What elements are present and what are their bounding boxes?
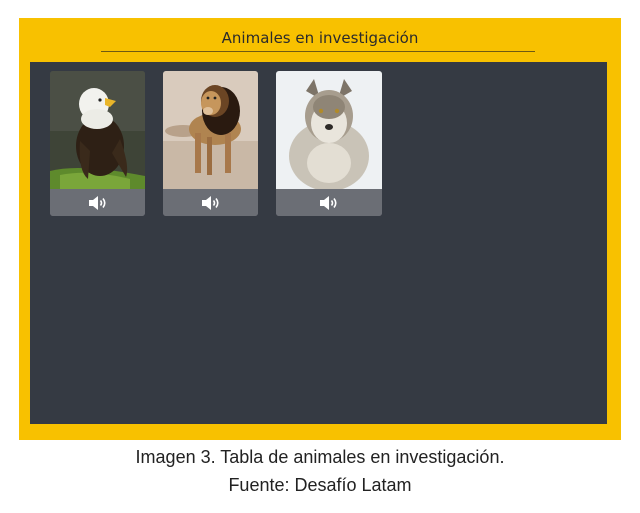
play-sound-eagle-button[interactable]: [50, 189, 145, 216]
play-sound-lion-button[interactable]: [163, 189, 258, 216]
lion-image: [163, 71, 258, 189]
animals-panel: [30, 62, 607, 424]
eagle-image: [50, 71, 145, 189]
animal-card-lion: [163, 71, 258, 216]
speaker-icon: [88, 195, 106, 210]
panel-title: Animales en investigación: [221, 29, 419, 47]
wolf-image: [276, 71, 382, 189]
speaker-icon: [201, 195, 219, 210]
animal-card-wolf: [276, 71, 382, 216]
figure-source: Fuente: Desafío Latam: [228, 475, 412, 495]
title-divider: [101, 51, 535, 52]
play-sound-wolf-button[interactable]: [276, 189, 382, 216]
figure-caption: Imagen 3. Tabla de animales en investiga…: [135, 447, 505, 467]
animal-card-eagle: [50, 71, 145, 216]
animal-research-frame: Animales en investigación: [19, 18, 621, 440]
speaker-icon: [320, 195, 337, 210]
